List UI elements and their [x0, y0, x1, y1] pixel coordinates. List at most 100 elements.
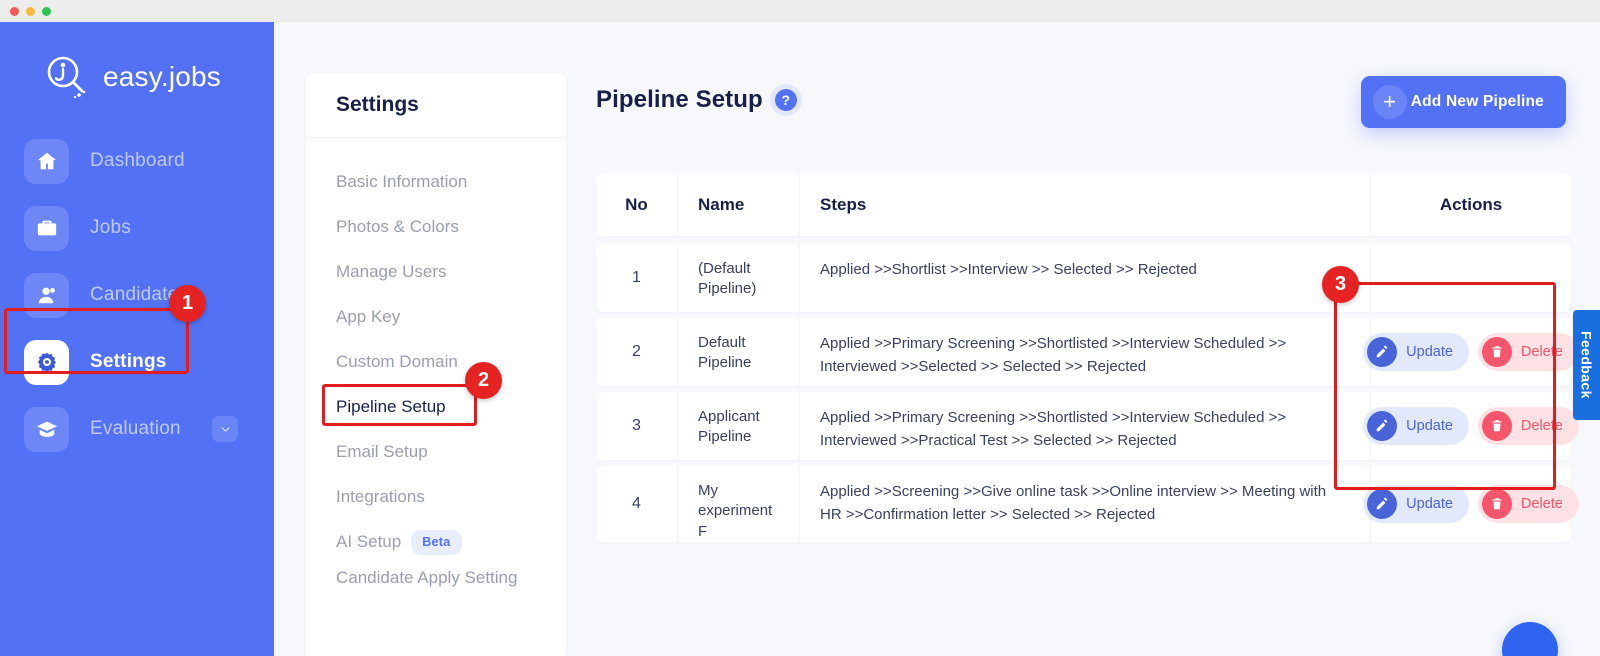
- sidebar-nav: Dashboard Jobs Candidates Settings Evalu…: [0, 135, 274, 470]
- cell-actions: Update Delete: [1363, 318, 1579, 386]
- question-mark-icon[interactable]: ?: [774, 89, 797, 111]
- settings-item-manage-users[interactable]: Manage Users: [306, 250, 566, 295]
- delete-label: Delete: [1520, 344, 1563, 360]
- column-header-no: No: [596, 174, 678, 236]
- delete-button[interactable]: Delete: [1477, 407, 1579, 445]
- main-content: Pipeline Setup ? + Add New Pipeline No N…: [566, 22, 1600, 656]
- update-label: Update: [1406, 418, 1453, 434]
- app-window: easy.jobs Dashboard Jobs Candidates Sett…: [0, 0, 1600, 656]
- update-button[interactable]: Update: [1363, 407, 1469, 445]
- pencil-icon: [1367, 488, 1398, 519]
- page-header: Pipeline Setup ?: [596, 86, 797, 114]
- sidebar-item-candidates[interactable]: Candidates: [0, 269, 274, 321]
- settings-item-email-setup[interactable]: Email Setup: [306, 430, 566, 475]
- settings-menu-list: Basic Information Photos & Colors Manage…: [306, 138, 566, 610]
- main-sidebar: easy.jobs Dashboard Jobs Candidates Sett…: [0, 22, 274, 656]
- sidebar-item-jobs[interactable]: Jobs: [0, 202, 274, 254]
- cell-name: Applicant Pipeline: [678, 392, 800, 460]
- table-row[interactable]: 1 (Default Pipeline) Applied >>Shortlist…: [596, 244, 1571, 312]
- cell-actions: [1371, 244, 1571, 312]
- sidebar-item-label: Dashboard: [90, 150, 185, 171]
- table-body: 1 (Default Pipeline) Applied >>Shortlist…: [596, 244, 1579, 542]
- sidebar-item-label: Candidates: [90, 284, 189, 305]
- plus-icon: +: [1372, 85, 1407, 119]
- cell-no: 1: [596, 244, 678, 312]
- update-label: Update: [1406, 495, 1453, 512]
- graduation-icon: [24, 406, 69, 452]
- close-window-button[interactable]: [10, 7, 19, 16]
- chevron-down-icon[interactable]: [212, 416, 238, 442]
- trash-icon: [1481, 337, 1512, 367]
- delete-button[interactable]: Delete: [1477, 333, 1579, 371]
- table-row[interactable]: 4 My experiment F Applied >>Screening >>…: [596, 466, 1579, 542]
- column-header-actions: Actions: [1439, 195, 1503, 214]
- settings-item-app-key[interactable]: App Key: [306, 295, 566, 340]
- beta-badge: Beta: [411, 530, 462, 555]
- settings-item-label: Basic Information: [336, 172, 468, 192]
- sidebar-item-dashboard[interactable]: Dashboard: [0, 135, 274, 187]
- settings-item-custom-domain[interactable]: Custom Domain: [306, 340, 566, 385]
- cell-no: 4: [596, 466, 678, 542]
- trash-icon: [1481, 488, 1512, 519]
- cell-actions: Update Delete: [1363, 466, 1579, 542]
- settings-item-label: App Key: [336, 307, 401, 327]
- home-icon: [24, 138, 69, 184]
- settings-item-basic-information[interactable]: Basic Information: [306, 160, 566, 205]
- page-title: Pipeline Setup: [596, 86, 763, 113]
- add-new-pipeline-label: Add New Pipeline: [1410, 93, 1544, 110]
- update-button[interactable]: Update: [1363, 484, 1469, 523]
- cell-actions: Update Delete: [1363, 392, 1579, 460]
- cell-steps: Applied >>Primary Screening >>Shortliste…: [800, 318, 1371, 386]
- pipeline-table: No Name Steps Actions 1 (Default Pipelin…: [596, 174, 1579, 548]
- sidebar-item-label: Evaluation: [90, 418, 181, 439]
- settings-panel: Settings Basic Information Photos & Colo…: [306, 73, 566, 656]
- cell-name: Default Pipeline: [678, 318, 800, 386]
- column-header-steps: Steps: [800, 174, 1371, 236]
- settings-item-candidate-apply-setting[interactable]: Candidate Apply Setting: [306, 565, 566, 610]
- settings-item-label: Photos & Colors: [336, 217, 459, 237]
- brand-name: easy.jobs: [103, 61, 222, 92]
- gear-icon: [24, 339, 69, 385]
- cell-name: My experiment F: [678, 466, 800, 542]
- pencil-icon: [1367, 337, 1398, 367]
- settings-item-pipeline-setup[interactable]: Pipeline Setup: [306, 385, 566, 430]
- update-button[interactable]: Update: [1363, 333, 1469, 371]
- settings-item-label: Custom Domain: [336, 352, 458, 372]
- window-controls: [10, 7, 51, 16]
- feedback-tab-label: Feedback: [1578, 331, 1595, 399]
- settings-item-integrations[interactable]: Integrations: [306, 475, 566, 520]
- column-header-name: Name: [678, 174, 800, 236]
- delete-label: Delete: [1520, 418, 1563, 434]
- sidebar-item-label: Jobs: [90, 217, 131, 238]
- briefcase-icon: [24, 205, 69, 251]
- add-new-pipeline-button[interactable]: + Add New Pipeline: [1360, 76, 1566, 128]
- user-icon: [24, 272, 69, 318]
- table-header-row: No Name Steps Actions: [596, 174, 1571, 236]
- settings-item-label: AI Setup: [336, 532, 402, 552]
- cell-name: (Default Pipeline): [678, 244, 800, 312]
- settings-item-label: Integrations: [336, 487, 425, 507]
- window-titlebar: [0, 0, 1600, 22]
- feedback-tab[interactable]: Feedback: [1573, 310, 1600, 420]
- settings-item-ai-setup[interactable]: AI Setup Beta: [306, 520, 566, 565]
- cell-no: 3: [596, 392, 678, 460]
- sidebar-item-evaluation[interactable]: Evaluation: [0, 403, 274, 455]
- sidebar-item-settings[interactable]: Settings: [0, 336, 274, 388]
- delete-label: Delete: [1520, 495, 1563, 512]
- settings-item-label: Email Setup: [336, 442, 428, 462]
- cell-steps: Applied >>Screening >>Give online task >…: [800, 466, 1371, 542]
- delete-button[interactable]: Delete: [1477, 484, 1579, 523]
- cell-no: 2: [596, 318, 678, 386]
- settings-item-label: Candidate Apply Setting: [336, 568, 518, 587]
- brand-logo-block[interactable]: easy.jobs: [44, 54, 221, 100]
- settings-item-photos-colors[interactable]: Photos & Colors: [306, 205, 566, 250]
- table-row[interactable]: 2 Default Pipeline Applied >>Primary Scr…: [596, 318, 1579, 386]
- minimize-window-button[interactable]: [26, 7, 35, 16]
- settings-item-label: Manage Users: [336, 262, 447, 282]
- magnifier-i-logo-icon: [44, 54, 90, 100]
- pencil-icon: [1367, 411, 1398, 441]
- cell-steps: Applied >>Primary Screening >>Shortliste…: [800, 392, 1371, 460]
- maximize-window-button[interactable]: [42, 7, 51, 16]
- table-row[interactable]: 3 Applicant Pipeline Applied >>Primary S…: [596, 392, 1579, 460]
- settings-item-label: Pipeline Setup: [336, 397, 446, 417]
